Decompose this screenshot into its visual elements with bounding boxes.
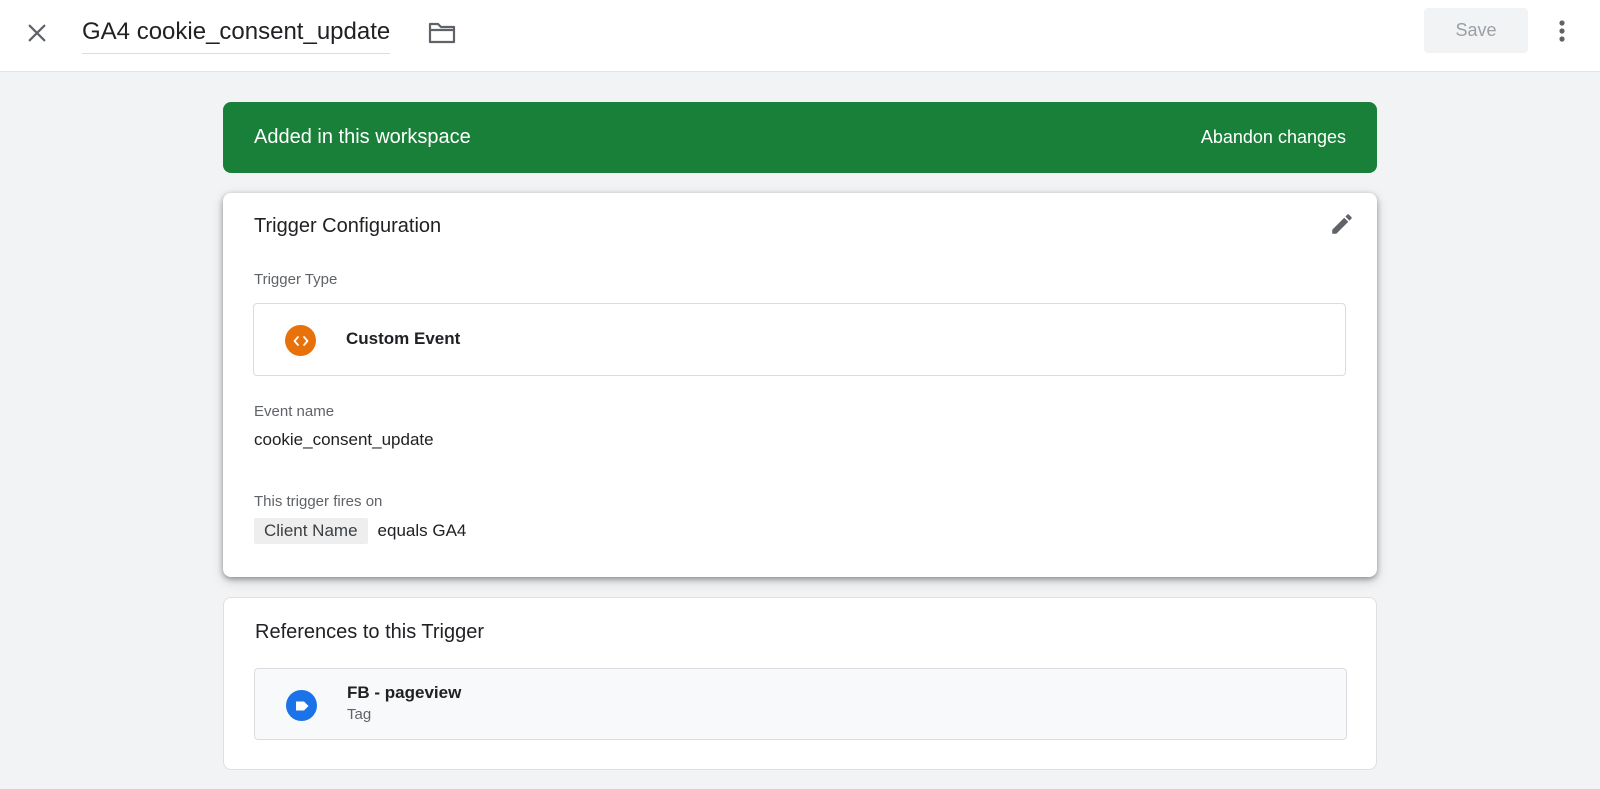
trigger-type-box[interactable]: Custom Event (253, 303, 1346, 376)
event-name-label: Event name (254, 403, 335, 420)
more-vert-icon (1559, 20, 1565, 42)
card-title: Trigger Configuration (254, 215, 442, 237)
save-button[interactable]: Save (1424, 8, 1528, 53)
close-button[interactable] (20, 16, 54, 50)
trigger-type-label: Trigger Type (254, 271, 338, 288)
reference-item[interactable]: FB - pageview Tag (254, 668, 1347, 740)
reference-name: FB - pageview (347, 683, 462, 702)
condition-operator-value: equals GA4 (377, 521, 467, 540)
fires-on-label: This trigger fires on (254, 493, 383, 510)
close-icon (28, 24, 46, 42)
condition-variable-chip: Client Name (254, 518, 368, 544)
tag-icon (286, 690, 317, 721)
trigger-type-name: Custom Event (346, 329, 461, 348)
workspace-status-banner: Added in this workspace Abandon changes (223, 102, 1377, 173)
abandon-changes-button[interactable]: Abandon changes (1201, 127, 1346, 148)
code-brackets-icon (285, 325, 316, 356)
trigger-configuration-card[interactable]: Trigger Configuration Trigger Type Custo… (223, 193, 1377, 577)
top-bar: GA4 cookie_consent_update Save (0, 0, 1600, 72)
reference-type: Tag (347, 706, 372, 723)
references-title: References to this Trigger (255, 621, 484, 643)
edit-button[interactable] (1327, 209, 1357, 239)
folder-button[interactable] (426, 18, 458, 48)
banner-text: Added in this workspace (254, 126, 471, 148)
trigger-condition: Client Name equals GA4 (254, 518, 466, 544)
pencil-icon (1332, 214, 1352, 234)
trigger-name-title[interactable]: GA4 cookie_consent_update (82, 16, 391, 54)
folder-icon (428, 22, 456, 44)
references-card: References to this Trigger FB - pageview… (223, 597, 1377, 770)
event-name-value: cookie_consent_update (254, 430, 434, 449)
more-options-button[interactable] (1546, 14, 1578, 48)
